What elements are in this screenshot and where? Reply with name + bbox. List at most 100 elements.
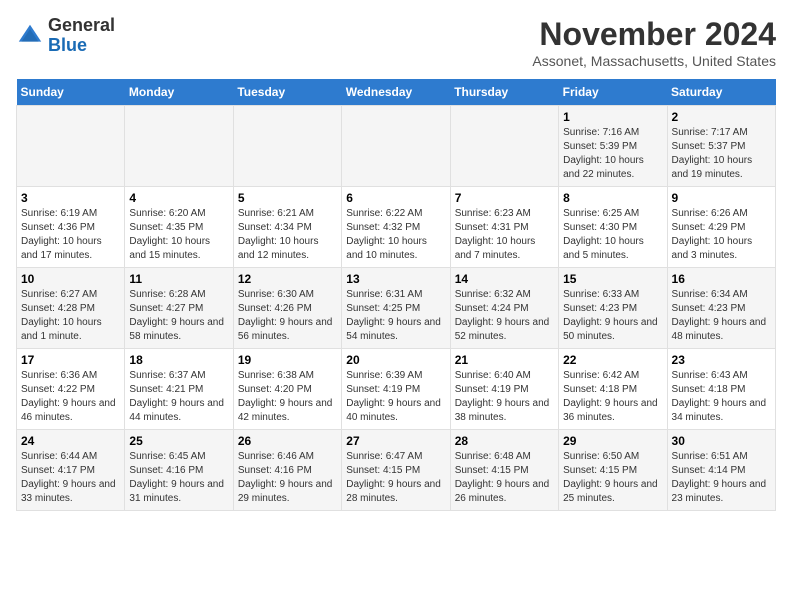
day-info: Sunrise: 6:28 AM Sunset: 4:27 PM Dayligh… <box>129 288 228 344</box>
header-row: SundayMondayTuesdayWednesdayThursdayFrid… <box>17 79 776 106</box>
day-number: 16 <box>672 272 771 286</box>
logo-text: General Blue <box>48 16 115 56</box>
day-info: Sunrise: 6:45 AM Sunset: 4:16 PM Dayligh… <box>129 450 228 506</box>
calendar-cell <box>17 106 125 187</box>
calendar-cell: 2Sunrise: 7:17 AM Sunset: 5:37 PM Daylig… <box>667 106 775 187</box>
day-number: 28 <box>455 434 554 448</box>
day-info: Sunrise: 6:38 AM Sunset: 4:20 PM Dayligh… <box>238 369 337 425</box>
header-friday: Friday <box>559 79 667 106</box>
logo-blue: Blue <box>48 35 87 55</box>
day-number: 6 <box>346 191 445 205</box>
calendar-cell <box>342 106 450 187</box>
day-number: 7 <box>455 191 554 205</box>
day-info: Sunrise: 6:21 AM Sunset: 4:34 PM Dayligh… <box>238 207 337 263</box>
day-info: Sunrise: 6:33 AM Sunset: 4:23 PM Dayligh… <box>563 288 662 344</box>
calendar-cell: 18Sunrise: 6:37 AM Sunset: 4:21 PM Dayli… <box>125 349 233 430</box>
day-number: 22 <box>563 353 662 367</box>
day-info: Sunrise: 6:22 AM Sunset: 4:32 PM Dayligh… <box>346 207 445 263</box>
calendar-cell: 23Sunrise: 6:43 AM Sunset: 4:18 PM Dayli… <box>667 349 775 430</box>
calendar-cell: 20 Sunrise: 6:39 AM Sunset: 4:19 PM Dayli… <box>342 349 450 430</box>
header-saturday: Saturday <box>667 79 775 106</box>
day-number: 24 <box>21 434 120 448</box>
week-row-0: 1 Sunrise: 7:16 AM Sunset: 5:39 PM Daylig… <box>17 106 776 187</box>
day-number: 20 <box>346 353 445 367</box>
day-info: Sunrise: 6:34 AM Sunset: 4:23 PM Dayligh… <box>672 288 771 344</box>
day-number: 3 <box>21 191 120 205</box>
header-sunday: Sunday <box>17 79 125 106</box>
calendar-cell: 19 Sunrise: 6:38 AM Sunset: 4:20 PM Dayli… <box>233 349 341 430</box>
day-number: 1 <box>563 110 662 124</box>
day-number: 27 <box>346 434 445 448</box>
calendar-cell: 27 Sunrise: 6:47 AM Sunset: 4:15 PM Dayli… <box>342 430 450 511</box>
calendar-cell: 6 Sunrise: 6:22 AM Sunset: 4:32 PM Daylig… <box>342 187 450 268</box>
calendar-cell: 16 Sunrise: 6:34 AM Sunset: 4:23 PM Dayli… <box>667 268 775 349</box>
calendar-body: 1 Sunrise: 7:16 AM Sunset: 5:39 PM Daylig… <box>17 106 776 511</box>
day-number: 12 <box>238 272 337 286</box>
day-info: Sunrise: 6:19 AM Sunset: 4:36 PM Dayligh… <box>21 207 120 263</box>
day-info: Sunrise: 6:42 AM Sunset: 4:18 PM Dayligh… <box>563 369 662 425</box>
day-info: Sunrise: 6:47 AM Sunset: 4:15 PM Dayligh… <box>346 450 445 506</box>
day-number: 9 <box>672 191 771 205</box>
logo-general: General <box>48 15 115 35</box>
calendar-cell: 5 Sunrise: 6:21 AM Sunset: 4:34 PM Daylig… <box>233 187 341 268</box>
day-number: 13 <box>346 272 445 286</box>
calendar-cell: 22 Sunrise: 6:42 AM Sunset: 4:18 PM Dayli… <box>559 349 667 430</box>
header-thursday: Thursday <box>450 79 558 106</box>
calendar-cell <box>233 106 341 187</box>
calendar-cell: 14Sunrise: 6:32 AM Sunset: 4:24 PM Dayli… <box>450 268 558 349</box>
day-info: Sunrise: 6:36 AM Sunset: 4:22 PM Dayligh… <box>21 369 120 425</box>
day-number: 26 <box>238 434 337 448</box>
day-number: 17 <box>21 353 120 367</box>
calendar-cell: 11 Sunrise: 6:28 AM Sunset: 4:27 PM Dayli… <box>125 268 233 349</box>
calendar-header: SundayMondayTuesdayWednesdayThursdayFrid… <box>17 79 776 106</box>
calendar-cell: 15 Sunrise: 6:33 AM Sunset: 4:23 PM Dayli… <box>559 268 667 349</box>
calendar-cell: 4Sunrise: 6:20 AM Sunset: 4:35 PM Daylig… <box>125 187 233 268</box>
calendar-cell <box>125 106 233 187</box>
day-info: Sunrise: 6:27 AM Sunset: 4:28 PM Dayligh… <box>21 288 120 344</box>
header-monday: Monday <box>125 79 233 106</box>
title-area: November 2024 Assonet, Massachusetts, Un… <box>532 16 776 69</box>
day-number: 25 <box>129 434 228 448</box>
header-wednesday: Wednesday <box>342 79 450 106</box>
calendar-cell: 30Sunrise: 6:51 AM Sunset: 4:14 PM Dayli… <box>667 430 775 511</box>
calendar-cell: 17 Sunrise: 6:36 AM Sunset: 4:22 PM Dayli… <box>17 349 125 430</box>
week-row-4: 24Sunrise: 6:44 AM Sunset: 4:17 PM Dayli… <box>17 430 776 511</box>
calendar-cell: 24Sunrise: 6:44 AM Sunset: 4:17 PM Dayli… <box>17 430 125 511</box>
day-info: Sunrise: 6:25 AM Sunset: 4:30 PM Dayligh… <box>563 207 662 263</box>
calendar-cell <box>450 106 558 187</box>
day-number: 14 <box>455 272 554 286</box>
calendar-cell: 26Sunrise: 6:46 AM Sunset: 4:16 PM Dayli… <box>233 430 341 511</box>
day-number: 18 <box>129 353 228 367</box>
day-number: 11 <box>129 272 228 286</box>
day-info: Sunrise: 6:39 AM Sunset: 4:19 PM Dayligh… <box>346 369 445 425</box>
day-number: 8 <box>563 191 662 205</box>
calendar-cell: 3 Sunrise: 6:19 AM Sunset: 4:36 PM Daylig… <box>17 187 125 268</box>
logo-icon <box>16 22 44 50</box>
calendar-cell: 1 Sunrise: 7:16 AM Sunset: 5:39 PM Daylig… <box>559 106 667 187</box>
day-number: 23 <box>672 353 771 367</box>
calendar-cell: 10Sunrise: 6:27 AM Sunset: 4:28 PM Dayli… <box>17 268 125 349</box>
day-number: 15 <box>563 272 662 286</box>
calendar-cell: 7 Sunrise: 6:23 AM Sunset: 4:31 PM Daylig… <box>450 187 558 268</box>
calendar-cell: 29Sunrise: 6:50 AM Sunset: 4:15 PM Dayli… <box>559 430 667 511</box>
page-header: General Blue November 2024 Assonet, Mass… <box>16 16 776 69</box>
calendar-cell: 13 Sunrise: 6:31 AM Sunset: 4:25 PM Dayli… <box>342 268 450 349</box>
day-number: 30 <box>672 434 771 448</box>
header-tuesday: Tuesday <box>233 79 341 106</box>
calendar-cell: 25 Sunrise: 6:45 AM Sunset: 4:16 PM Dayli… <box>125 430 233 511</box>
calendar-cell: 28 Sunrise: 6:48 AM Sunset: 4:15 PM Dayli… <box>450 430 558 511</box>
day-info: Sunrise: 7:16 AM Sunset: 5:39 PM Dayligh… <box>563 126 662 182</box>
calendar-cell: 12Sunrise: 6:30 AM Sunset: 4:26 PM Dayli… <box>233 268 341 349</box>
day-number: 5 <box>238 191 337 205</box>
day-number: 2 <box>672 110 771 124</box>
day-info: Sunrise: 6:23 AM Sunset: 4:31 PM Dayligh… <box>455 207 554 263</box>
month-title: November 2024 <box>532 16 776 53</box>
day-number: 4 <box>129 191 228 205</box>
logo: General Blue <box>16 16 115 56</box>
day-info: Sunrise: 6:48 AM Sunset: 4:15 PM Dayligh… <box>455 450 554 506</box>
week-row-2: 10Sunrise: 6:27 AM Sunset: 4:28 PM Dayli… <box>17 268 776 349</box>
day-number: 19 <box>238 353 337 367</box>
calendar-table: SundayMondayTuesdayWednesdayThursdayFrid… <box>16 79 776 511</box>
day-info: Sunrise: 6:31 AM Sunset: 4:25 PM Dayligh… <box>346 288 445 344</box>
day-info: Sunrise: 6:40 AM Sunset: 4:19 PM Dayligh… <box>455 369 554 425</box>
